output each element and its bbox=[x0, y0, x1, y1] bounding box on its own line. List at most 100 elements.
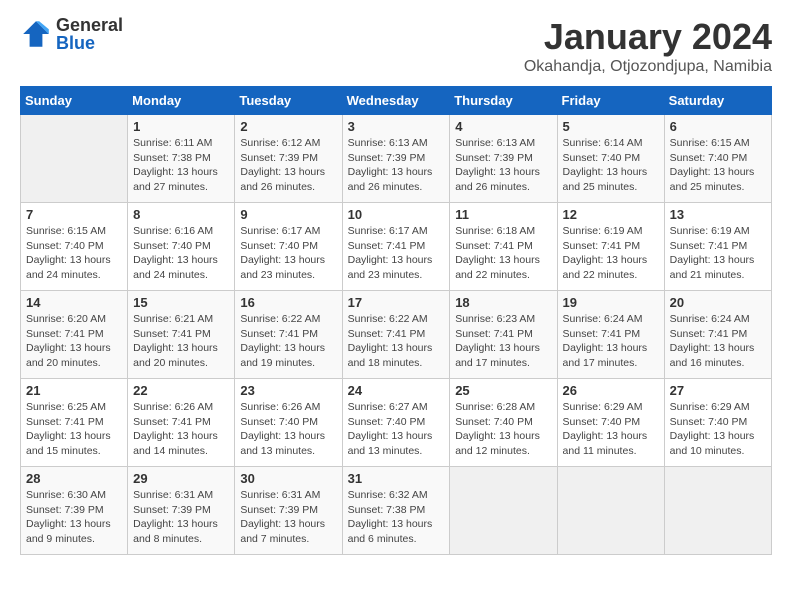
day-number: 4 bbox=[455, 119, 551, 134]
day-number: 31 bbox=[348, 471, 445, 486]
day-number: 20 bbox=[670, 295, 766, 310]
day-info: Sunrise: 6:12 AMSunset: 7:39 PMDaylight:… bbox=[240, 136, 336, 195]
calendar-header: SundayMondayTuesdayWednesdayThursdayFrid… bbox=[21, 87, 772, 115]
day-number: 7 bbox=[26, 207, 122, 222]
calendar-cell: 7 Sunrise: 6:15 AMSunset: 7:40 PMDaylight… bbox=[21, 203, 128, 291]
calendar-cell: 8 Sunrise: 6:16 AMSunset: 7:40 PMDaylight… bbox=[128, 203, 235, 291]
day-info: Sunrise: 6:11 AMSunset: 7:38 PMDaylight:… bbox=[133, 136, 229, 195]
day-info: Sunrise: 6:26 AMSunset: 7:40 PMDaylight:… bbox=[240, 400, 336, 459]
calendar-cell: 30 Sunrise: 6:31 AMSunset: 7:39 PMDayligh… bbox=[235, 467, 342, 555]
day-info: Sunrise: 6:25 AMSunset: 7:41 PMDaylight:… bbox=[26, 400, 122, 459]
calendar-cell bbox=[557, 467, 664, 555]
calendar-week-2: 7 Sunrise: 6:15 AMSunset: 7:40 PMDaylight… bbox=[21, 203, 772, 291]
generalblue-logo-icon bbox=[20, 18, 52, 50]
day-header-sunday: Sunday bbox=[21, 87, 128, 115]
day-info: Sunrise: 6:32 AMSunset: 7:38 PMDaylight:… bbox=[348, 488, 445, 547]
day-number: 13 bbox=[670, 207, 766, 222]
calendar-cell bbox=[21, 115, 128, 203]
day-number: 10 bbox=[348, 207, 445, 222]
day-info: Sunrise: 6:15 AMSunset: 7:40 PMDaylight:… bbox=[26, 224, 122, 283]
calendar-cell: 26 Sunrise: 6:29 AMSunset: 7:40 PMDayligh… bbox=[557, 379, 664, 467]
day-header-thursday: Thursday bbox=[450, 87, 557, 115]
day-number: 23 bbox=[240, 383, 336, 398]
calendar-cell: 22Sunrise: 6:26 AMSunset: 7:41 PMDayligh… bbox=[128, 379, 235, 467]
location-text: Okahandja, Otjozondjupa, Namibia bbox=[524, 58, 772, 76]
month-title: January 2024 bbox=[524, 16, 772, 58]
day-info: Sunrise: 6:21 AMSunset: 7:41 PMDaylight:… bbox=[133, 312, 229, 371]
day-info: Sunrise: 6:22 AMSunset: 7:41 PMDaylight:… bbox=[348, 312, 445, 371]
calendar-cell: 6 Sunrise: 6:15 AMSunset: 7:40 PMDaylight… bbox=[664, 115, 771, 203]
day-info: Sunrise: 6:13 AMSunset: 7:39 PMDaylight:… bbox=[455, 136, 551, 195]
calendar-cell: 20 Sunrise: 6:24 AMSunset: 7:41 PMDayligh… bbox=[664, 291, 771, 379]
day-info: Sunrise: 6:27 AMSunset: 7:40 PMDaylight:… bbox=[348, 400, 445, 459]
day-info: Sunrise: 6:31 AMSunset: 7:39 PMDaylight:… bbox=[133, 488, 229, 547]
day-info: Sunrise: 6:29 AMSunset: 7:40 PMDaylight:… bbox=[670, 400, 766, 459]
calendar-cell: 5 Sunrise: 6:14 AMSunset: 7:40 PMDaylight… bbox=[557, 115, 664, 203]
day-number: 17 bbox=[348, 295, 445, 310]
day-number: 1 bbox=[133, 119, 229, 134]
day-number: 19 bbox=[563, 295, 659, 310]
day-header-friday: Friday bbox=[557, 87, 664, 115]
day-number: 3 bbox=[348, 119, 445, 134]
calendar-cell: 25Sunrise: 6:28 AMSunset: 7:40 PMDayligh… bbox=[450, 379, 557, 467]
day-number: 27 bbox=[670, 383, 766, 398]
day-info: Sunrise: 6:14 AMSunset: 7:40 PMDaylight:… bbox=[563, 136, 659, 195]
title-block: January 2024 Okahandja, Otjozondjupa, Na… bbox=[524, 16, 772, 76]
day-number: 2 bbox=[240, 119, 336, 134]
logo-general-text: General bbox=[56, 16, 123, 34]
calendar-cell: 11Sunrise: 6:18 AMSunset: 7:41 PMDayligh… bbox=[450, 203, 557, 291]
day-info: Sunrise: 6:19 AMSunset: 7:41 PMDaylight:… bbox=[670, 224, 766, 283]
day-number: 16 bbox=[240, 295, 336, 310]
calendar-cell: 19 Sunrise: 6:24 AMSunset: 7:41 PMDayligh… bbox=[557, 291, 664, 379]
day-info: Sunrise: 6:17 AMSunset: 7:40 PMDaylight:… bbox=[240, 224, 336, 283]
day-info: Sunrise: 6:17 AMSunset: 7:41 PMDaylight:… bbox=[348, 224, 445, 283]
calendar-cell: 12 Sunrise: 6:19 AMSunset: 7:41 PMDayligh… bbox=[557, 203, 664, 291]
day-number: 12 bbox=[563, 207, 659, 222]
day-info: Sunrise: 6:19 AMSunset: 7:41 PMDaylight:… bbox=[563, 224, 659, 283]
calendar-cell: 15 Sunrise: 6:21 AMSunset: 7:41 PMDayligh… bbox=[128, 291, 235, 379]
day-number: 6 bbox=[670, 119, 766, 134]
day-info: Sunrise: 6:24 AMSunset: 7:41 PMDaylight:… bbox=[670, 312, 766, 371]
day-number: 9 bbox=[240, 207, 336, 222]
calendar-week-4: 21Sunrise: 6:25 AMSunset: 7:41 PMDayligh… bbox=[21, 379, 772, 467]
day-info: Sunrise: 6:30 AMSunset: 7:39 PMDaylight:… bbox=[26, 488, 122, 547]
day-info: Sunrise: 6:24 AMSunset: 7:41 PMDaylight:… bbox=[563, 312, 659, 371]
day-header-row: SundayMondayTuesdayWednesdayThursdayFrid… bbox=[21, 87, 772, 115]
day-info: Sunrise: 6:29 AMSunset: 7:40 PMDaylight:… bbox=[563, 400, 659, 459]
calendar-cell: 28Sunrise: 6:30 AMSunset: 7:39 PMDayligh… bbox=[21, 467, 128, 555]
day-info: Sunrise: 6:15 AMSunset: 7:40 PMDaylight:… bbox=[670, 136, 766, 195]
calendar-cell: 31 Sunrise: 6:32 AMSunset: 7:38 PMDayligh… bbox=[342, 467, 450, 555]
day-number: 8 bbox=[133, 207, 229, 222]
calendar-cell bbox=[450, 467, 557, 555]
calendar-cell: 14Sunrise: 6:20 AMSunset: 7:41 PMDayligh… bbox=[21, 291, 128, 379]
day-header-saturday: Saturday bbox=[664, 87, 771, 115]
day-info: Sunrise: 6:23 AMSunset: 7:41 PMDaylight:… bbox=[455, 312, 551, 371]
logo-blue-text: Blue bbox=[56, 34, 123, 52]
calendar-cell: 29 Sunrise: 6:31 AMSunset: 7:39 PMDayligh… bbox=[128, 467, 235, 555]
calendar-cell: 27 Sunrise: 6:29 AMSunset: 7:40 PMDayligh… bbox=[664, 379, 771, 467]
day-info: Sunrise: 6:31 AMSunset: 7:39 PMDaylight:… bbox=[240, 488, 336, 547]
day-header-monday: Monday bbox=[128, 87, 235, 115]
day-number: 29 bbox=[133, 471, 229, 486]
day-number: 30 bbox=[240, 471, 336, 486]
day-number: 25 bbox=[455, 383, 551, 398]
day-number: 11 bbox=[455, 207, 551, 222]
calendar-cell: 10 Sunrise: 6:17 AMSunset: 7:41 PMDayligh… bbox=[342, 203, 450, 291]
calendar-week-1: 1 Sunrise: 6:11 AMSunset: 7:38 PMDaylight… bbox=[21, 115, 772, 203]
day-header-tuesday: Tuesday bbox=[235, 87, 342, 115]
day-number: 5 bbox=[563, 119, 659, 134]
day-info: Sunrise: 6:22 AMSunset: 7:41 PMDaylight:… bbox=[240, 312, 336, 371]
calendar-cell: 24 Sunrise: 6:27 AMSunset: 7:40 PMDayligh… bbox=[342, 379, 450, 467]
calendar-week-5: 28Sunrise: 6:30 AMSunset: 7:39 PMDayligh… bbox=[21, 467, 772, 555]
day-number: 15 bbox=[133, 295, 229, 310]
calendar-cell: 1 Sunrise: 6:11 AMSunset: 7:38 PMDaylight… bbox=[128, 115, 235, 203]
day-info: Sunrise: 6:13 AMSunset: 7:39 PMDaylight:… bbox=[348, 136, 445, 195]
logo: General Blue bbox=[20, 16, 123, 52]
calendar-cell: 18Sunrise: 6:23 AMSunset: 7:41 PMDayligh… bbox=[450, 291, 557, 379]
page-header: General Blue January 2024 Okahandja, Otj… bbox=[20, 16, 772, 76]
day-number: 24 bbox=[348, 383, 445, 398]
day-number: 26 bbox=[563, 383, 659, 398]
calendar-cell: 23 Sunrise: 6:26 AMSunset: 7:40 PMDayligh… bbox=[235, 379, 342, 467]
calendar-week-3: 14Sunrise: 6:20 AMSunset: 7:41 PMDayligh… bbox=[21, 291, 772, 379]
day-info: Sunrise: 6:16 AMSunset: 7:40 PMDaylight:… bbox=[133, 224, 229, 283]
